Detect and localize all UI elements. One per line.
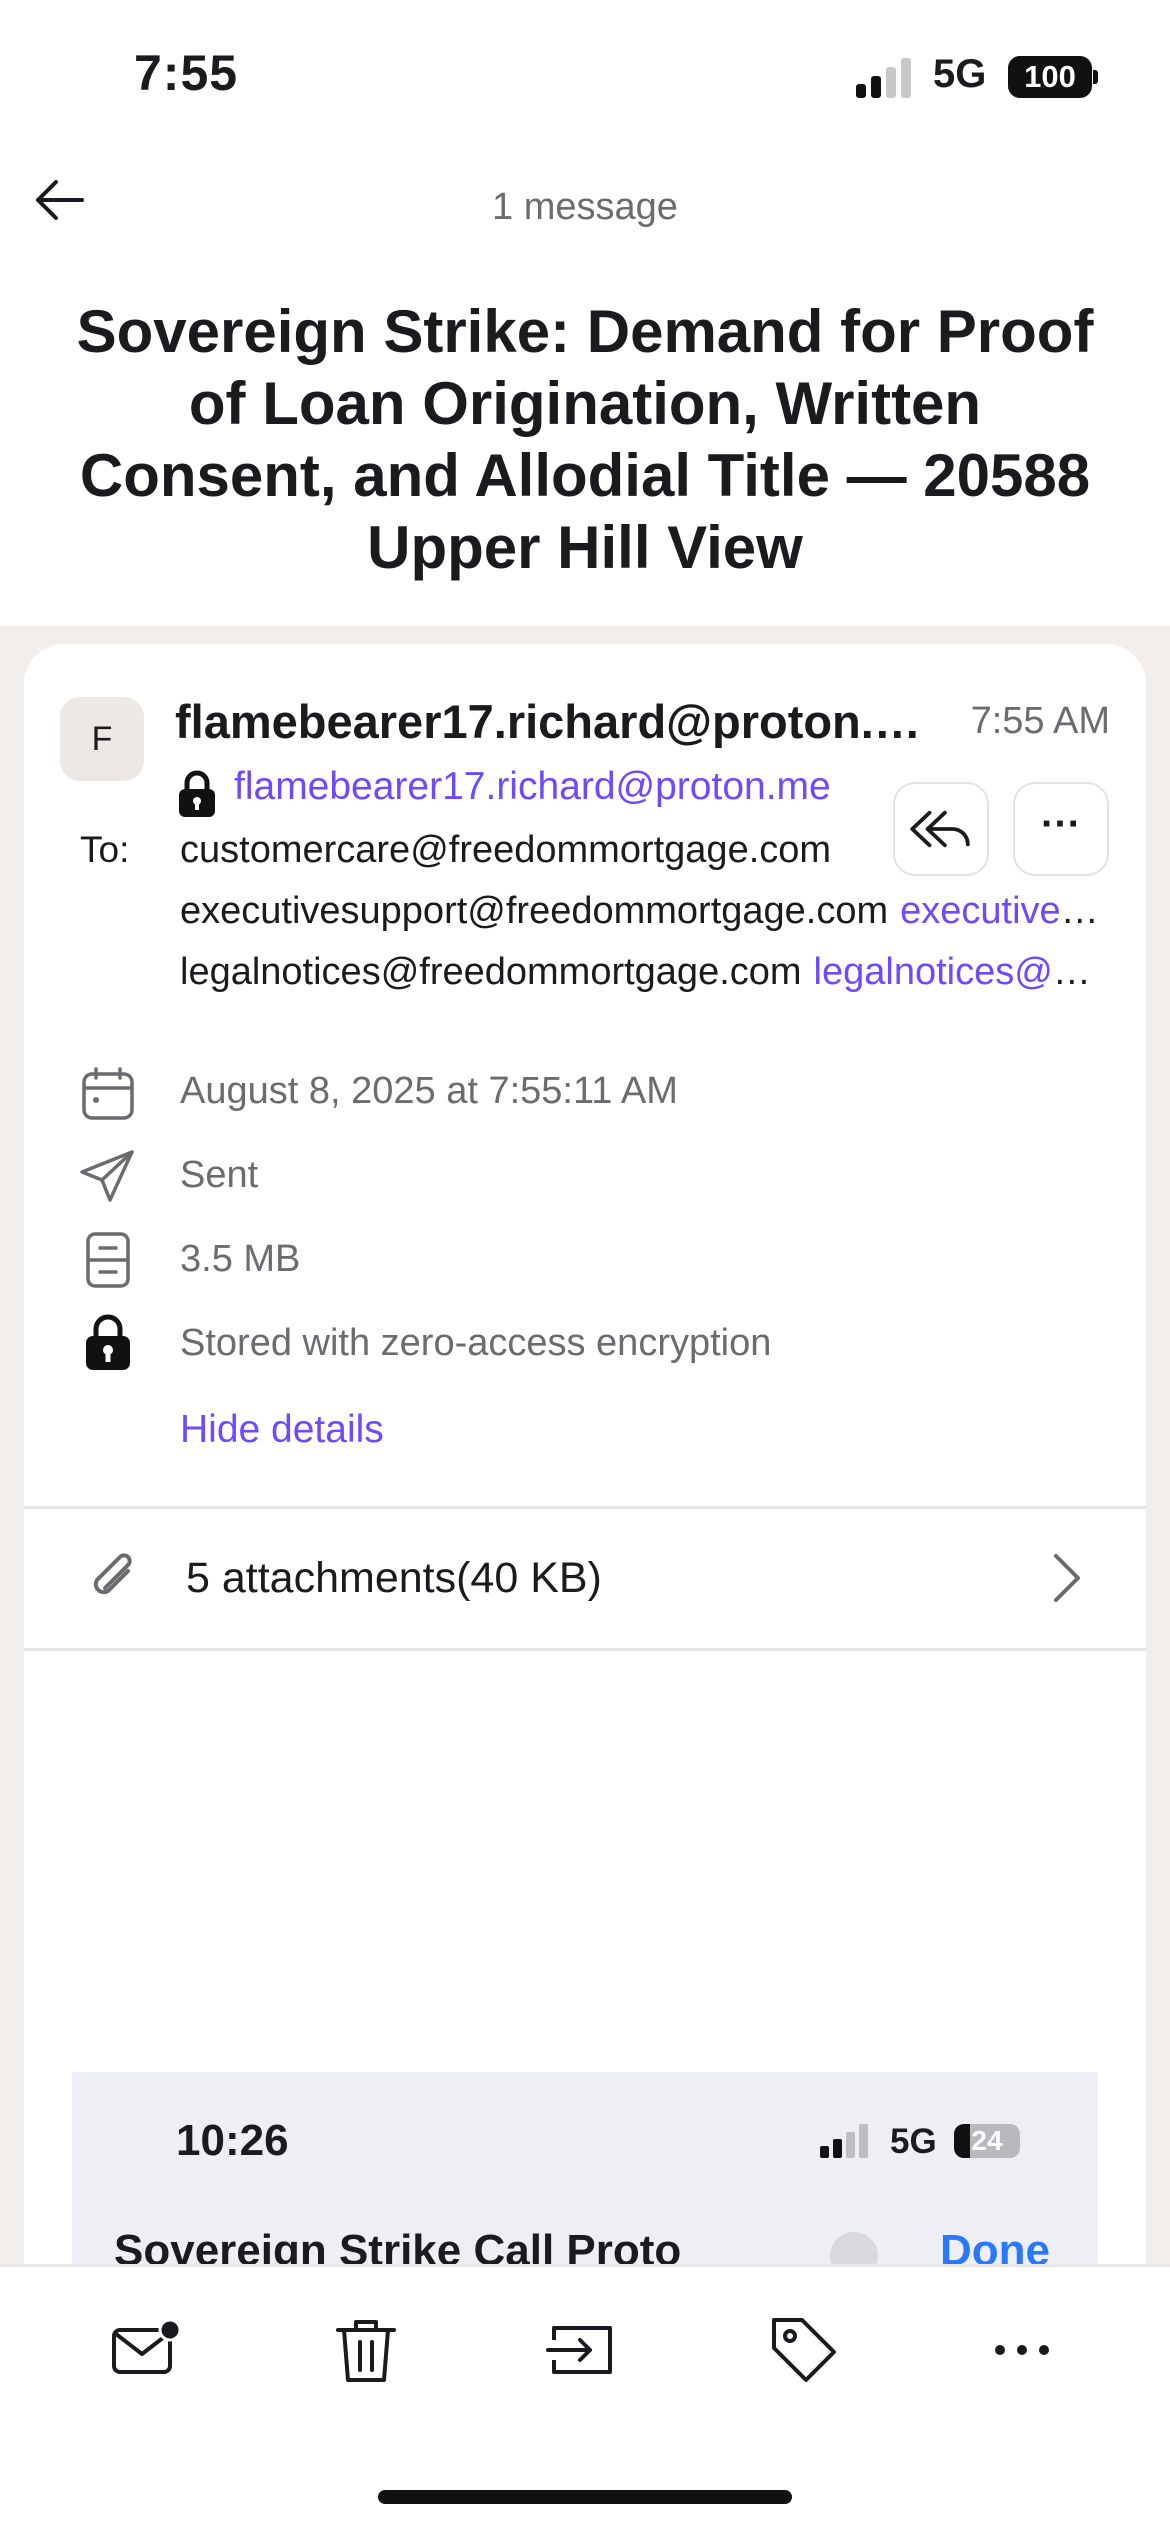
sender-address[interactable]: flamebearer17.richard@proton.me — [234, 765, 831, 809]
recipient-address: customercare@freedommortgage.com — [180, 829, 832, 871]
divider — [24, 1648, 1146, 1651]
detail-date: August 8, 2025 at 7:55:11 AM — [180, 1070, 678, 1112]
detail-status: Sent — [180, 1154, 259, 1196]
recipient-address: executivesupport@freedommortgage.com — [180, 890, 889, 932]
chevron-right-icon[interactable] — [1046, 1552, 1086, 1604]
embedded-done-label: Done — [940, 2226, 1050, 2264]
email-subject: Sovereign Strike: Demand for Proof of Lo… — [76, 298, 1094, 581]
recipient-3[interactable]: legalnotices@freedommortgage.com legalnot… — [180, 951, 1100, 994]
trash-icon[interactable] — [326, 2310, 406, 2390]
detail-encryption: Stored with zero-access encryption — [180, 1322, 772, 1364]
storage-icon — [86, 1232, 130, 1288]
recipient-alias: legalnotices@freedommortgage.com — [813, 951, 1100, 993]
embedded-title: Sovereign Strike Call Proto — [114, 2226, 682, 2264]
reply-all-icon — [910, 810, 970, 848]
attachments-summary[interactable]: 5 attachments(40 KB) — [186, 1554, 602, 1603]
more-icon[interactable] — [982, 2310, 1062, 2390]
divider — [24, 1506, 1146, 1509]
more-horizontal-icon: ··· — [1041, 802, 1081, 846]
reply-all-button[interactable] — [893, 782, 989, 876]
battery-icon: 100 — [1008, 56, 1092, 98]
sender-avatar[interactable]: F — [60, 697, 144, 781]
embedded-battery-level: 24 — [971, 2125, 1003, 2156]
message-count: 1 message — [492, 186, 678, 228]
battery-nub — [1093, 70, 1098, 84]
sender-name[interactable]: flamebearer17.richard@proton.me — [175, 694, 925, 749]
lock-icon[interactable] — [177, 770, 217, 818]
chevron-down-icon — [830, 2232, 878, 2264]
label-tag-icon[interactable] — [764, 2310, 844, 2390]
mark-unread-icon[interactable] — [106, 2310, 186, 2390]
to-label: To: — [80, 829, 130, 870]
home-indicator — [378, 2490, 792, 2504]
detail-size: 3.5 MB — [180, 1238, 301, 1280]
embedded-screenshot-image: 10:26 5G 24 Sovereign Strike Call Proto … — [72, 2072, 1098, 2264]
network-type: 5G — [933, 52, 987, 96]
recipient-alias: executivesupport@freedommortgage.com — [900, 890, 1100, 932]
recipient-1[interactable]: customercare@freedommortgage.com — [180, 829, 860, 872]
embedded-status-time: 10:26 — [176, 2116, 289, 2165]
status-bar: 7:55 5G 100 — [0, 0, 1170, 150]
lock-icon — [86, 1314, 130, 1370]
paper-plane-icon — [80, 1150, 134, 1202]
recipient-address: legalnotices@freedommortgage.com — [180, 951, 802, 993]
cellular-signal-icon — [856, 58, 911, 98]
hide-details-link[interactable]: Hide details — [180, 1408, 384, 1452]
move-to-folder-icon[interactable] — [544, 2310, 624, 2390]
more-options-button[interactable]: ··· — [1013, 782, 1109, 876]
cellular-signal-icon — [820, 2124, 868, 2158]
sent-time: 7:55 AM — [970, 700, 1110, 742]
embedded-battery-icon: 24 — [954, 2124, 1020, 2158]
embedded-network-type: 5G — [890, 2122, 937, 2161]
calendar-icon — [82, 1067, 134, 1120]
paperclip-icon — [93, 1553, 132, 1595]
status-time: 7:55 — [134, 45, 239, 101]
recipient-2[interactable]: executivesupport@freedommortgage.com exec… — [180, 890, 1100, 933]
